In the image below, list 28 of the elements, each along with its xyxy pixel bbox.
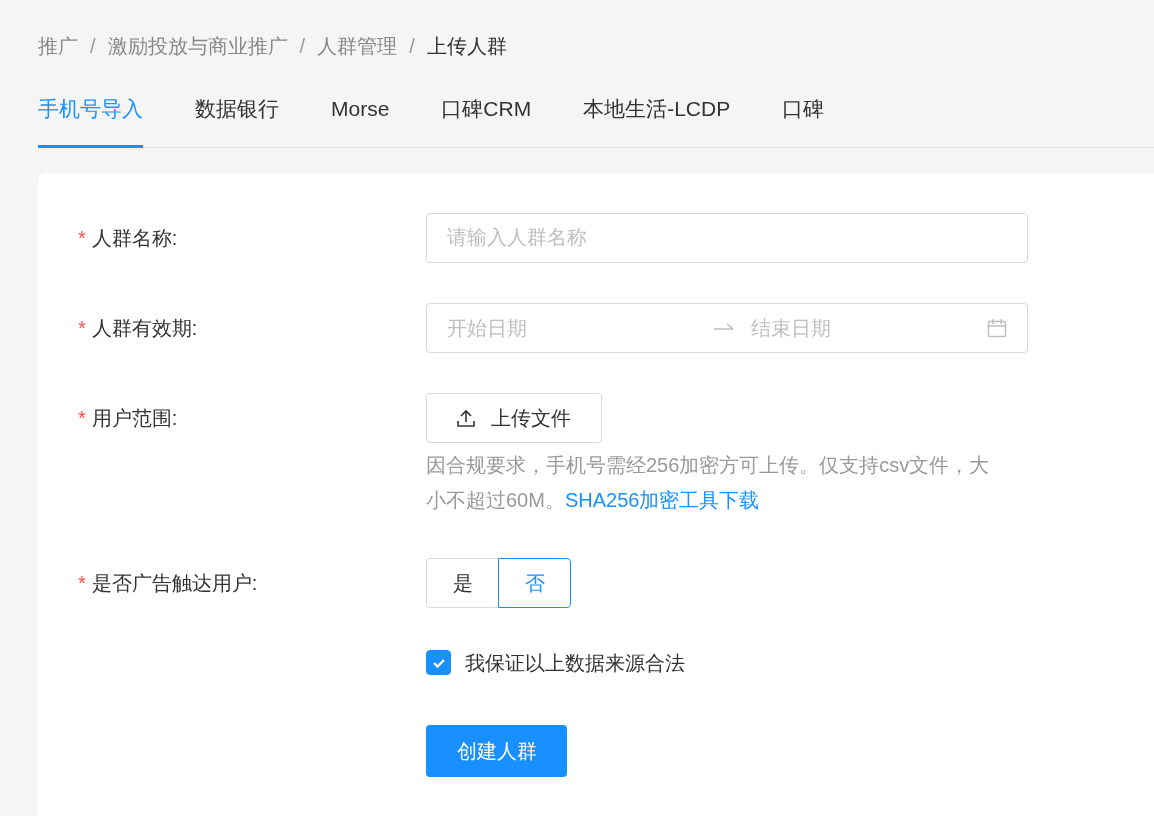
end-date-input[interactable]: 结束日期 bbox=[751, 312, 987, 343]
tab[interactable]: 数据银行 bbox=[195, 88, 279, 148]
arrow-right-icon bbox=[713, 322, 735, 333]
tab[interactable]: Morse bbox=[331, 88, 390, 148]
date-range-field[interactable]: 开始日期 结束日期 bbox=[426, 302, 1028, 353]
tab[interactable]: 口碑 bbox=[782, 88, 825, 148]
breadcrumb-separator: / bbox=[299, 33, 306, 59]
tab[interactable]: 本地生活-LCDP bbox=[583, 88, 731, 148]
breadcrumb-separator: / bbox=[409, 33, 415, 59]
breadcrumb-separator: / bbox=[90, 33, 96, 59]
field-label: 人群名称: bbox=[91, 225, 178, 251]
radio-option-button[interactable]: 是 bbox=[426, 557, 499, 608]
field-label: 是否广告触达用户: bbox=[91, 570, 258, 596]
calendar-icon bbox=[987, 317, 1007, 338]
required-asterisk: * bbox=[78, 225, 86, 251]
start-date-input[interactable]: 开始日期 bbox=[447, 312, 697, 343]
required-asterisk: * bbox=[78, 570, 86, 596]
text-input[interactable]: 请输入人群名称 bbox=[426, 212, 1028, 263]
tab[interactable]: 口碑CRM bbox=[441, 88, 532, 148]
checkbox[interactable] bbox=[426, 650, 451, 675]
required-asterisk: * bbox=[78, 315, 86, 341]
required-asterisk: * bbox=[78, 405, 86, 431]
field-label: 用户范围: bbox=[91, 405, 178, 431]
help-text: 因合规要求，手机号需经256加密方可上传。仅支持csv文件，大小不超过60M。SHA256加密工具下载 bbox=[426, 452, 991, 513]
field-label: 人群有效期: bbox=[91, 315, 198, 341]
upload-icon bbox=[457, 408, 475, 427]
checkbox-label: 我保证以上数据来源合法 bbox=[465, 650, 685, 676]
upload-button[interactable]: 上传文件 bbox=[426, 392, 602, 443]
